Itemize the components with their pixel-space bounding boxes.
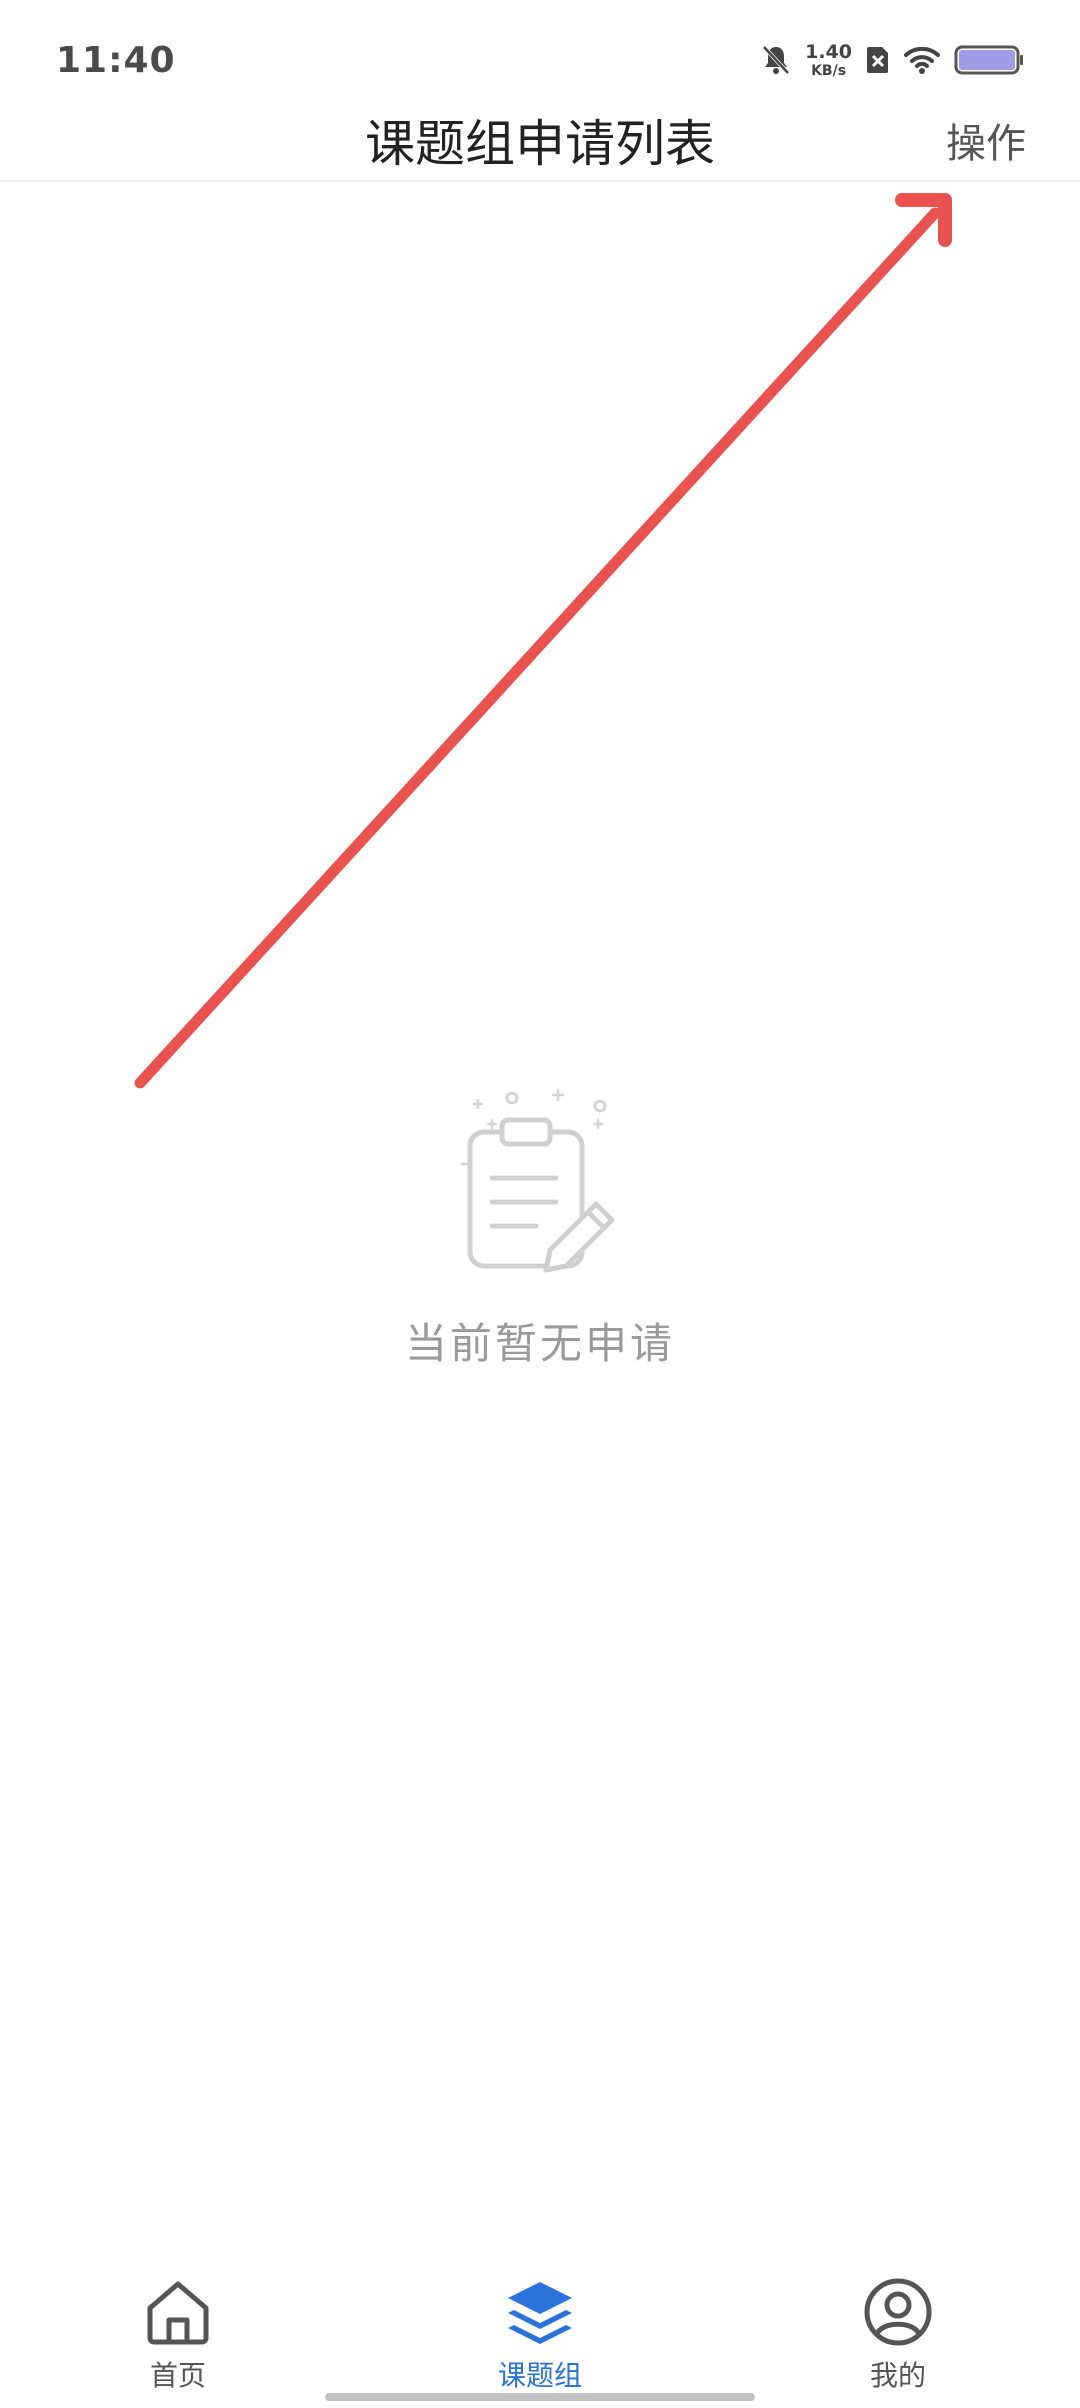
clipboard-edit-icon [460,1088,615,1273]
action-button[interactable]: 操作 [946,108,1026,180]
status-time: 11:40 [56,40,176,81]
tab-me-label: 我的 [869,2359,926,2392]
screen: 11:40 1.40 KB/s 课题组申请列表 操作 当前暂无申请 首页 课题组… [0,0,1080,2408]
tab-research-group-label: 课题组 [497,2359,582,2392]
home-indicator[interactable] [325,2393,755,2401]
net-speed: 1.40 KB/s [805,40,852,79]
empty-message: 当前暂无申请 [404,1319,675,1368]
status-bar: 11:40 1.40 KB/s [0,0,1080,108]
bottom-tab-bar: 首页 课题组 我的 [0,2270,1080,2408]
user-circle-icon [864,2278,932,2346]
empty-state: 当前暂无申请 [0,1080,1080,1371]
status-icons: 1.40 KB/s [761,40,1024,80]
layers-icon [508,2282,572,2344]
bell-muted-icon [762,45,790,75]
nav-header: 课题组申请列表 操作 [0,108,1080,182]
wifi-icon [904,46,940,74]
tab-home[interactable]: 首页 [78,2276,278,2394]
battery-icon [954,45,1023,75]
page-title: 课题组申请列表 [365,115,715,173]
net-speed-unit: KB/s [811,62,847,79]
home-icon [147,2281,209,2345]
tab-home-label: 首页 [149,2359,206,2392]
tab-research-group[interactable]: 课题组 [440,2276,640,2394]
sim-blocked-icon [867,47,888,73]
tab-me[interactable]: 我的 [798,2276,998,2394]
net-speed-value: 1.40 [805,40,852,63]
